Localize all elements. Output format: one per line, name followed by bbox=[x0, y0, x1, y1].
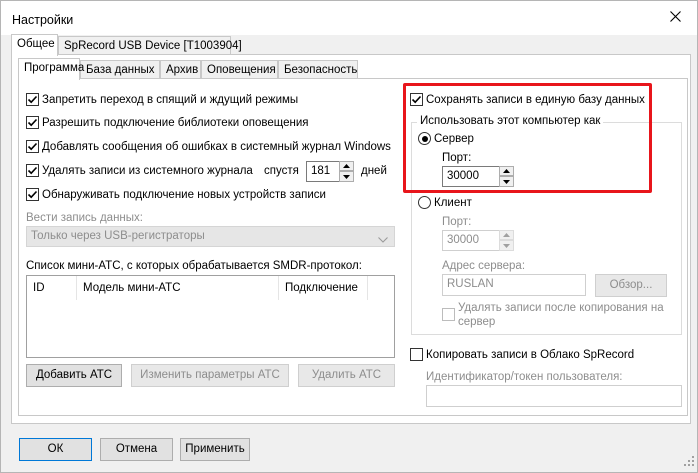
token-label: Идентификатор/токен пользователя: bbox=[426, 371, 623, 383]
client-port-label: Порт: bbox=[442, 216, 472, 228]
record-data-select[interactable]: Только через USB-регистраторы bbox=[26, 226, 395, 247]
delete-after-copy-checkbox[interactable] bbox=[442, 308, 455, 321]
chevron-down-icon bbox=[378, 234, 388, 246]
edit-pbx-button[interactable]: Изменить параметры АТС bbox=[131, 364, 289, 387]
chevron-down-icon bbox=[343, 174, 350, 179]
spin-up-button[interactable] bbox=[339, 161, 354, 171]
days-label: дней bbox=[361, 165, 387, 177]
ok-button[interactable]: ОК bbox=[19, 438, 92, 461]
cloud-copy-label: Копировать записи в Облако SpRecord bbox=[426, 349, 635, 361]
spin-up-button[interactable] bbox=[499, 230, 514, 240]
record-data-label: Вести запись данных: bbox=[26, 212, 143, 224]
detect-devices-checkbox[interactable] bbox=[26, 188, 39, 201]
server-address-input[interactable]: RUSLAN bbox=[442, 274, 586, 296]
client-label: Клиент bbox=[434, 197, 472, 209]
tab-general[interactable]: Общее bbox=[11, 34, 58, 56]
server-address-label: Адрес сервера: bbox=[442, 260, 526, 272]
apply-button[interactable]: Применить bbox=[180, 438, 250, 461]
delete-after-copy-label: Удалять записи после копирования на bbox=[458, 302, 664, 314]
delete-pbx-button[interactable]: Удалить АТС bbox=[298, 364, 395, 387]
delete-syslog-checkbox[interactable] bbox=[26, 164, 39, 177]
checkmark-icon bbox=[27, 142, 38, 151]
client-radio[interactable] bbox=[418, 196, 431, 209]
disable-sleep-checkbox[interactable] bbox=[26, 93, 39, 106]
log-errors-label: Добавлять сообщения об ошибках в системн… bbox=[42, 141, 391, 153]
tab-security[interactable]: Безопасность bbox=[278, 60, 358, 80]
cloud-copy-checkbox[interactable] bbox=[410, 348, 423, 361]
chevron-up-icon bbox=[503, 233, 510, 237]
chevron-down-icon bbox=[503, 243, 510, 248]
delete-after-label: спустя bbox=[264, 165, 299, 177]
checkmark-icon bbox=[27, 95, 38, 104]
checkmark-icon bbox=[27, 118, 38, 127]
tab-archive[interactable]: Архив bbox=[160, 60, 201, 80]
tab-program[interactable]: Программа bbox=[18, 58, 84, 80]
delete-after-copy-label-cont: сервер bbox=[458, 316, 496, 328]
client-port-spinner[interactable] bbox=[499, 230, 514, 251]
log-errors-checkbox[interactable] bbox=[26, 140, 39, 153]
cancel-button[interactable]: Отмена bbox=[100, 438, 173, 461]
browse-button[interactable]: Обзор... bbox=[595, 274, 667, 297]
column-id[interactable]: ID bbox=[27, 276, 77, 300]
tab-sprecord-usb-device[interactable]: SpRecord USB Device [T1003904] bbox=[58, 36, 242, 56]
title-bar: Настройки bbox=[1, 1, 697, 35]
allow-notify-lib-label: Разрешить подключение библиотеки оповеще… bbox=[42, 117, 309, 129]
column-pbx-model[interactable]: Модель мини-АТС bbox=[77, 276, 279, 300]
red-highlight-frame bbox=[403, 83, 652, 193]
disable-sleep-label: Запретить переход в спящий и ждущий режи… bbox=[42, 94, 299, 106]
delete-syslog-label: Удалять записи из системного журнала bbox=[42, 165, 253, 177]
add-pbx-button[interactable]: Добавить АТС bbox=[26, 364, 122, 387]
delete-days-spinner[interactable] bbox=[339, 161, 354, 182]
spin-down-button[interactable] bbox=[339, 171, 354, 182]
tab-notifications[interactable]: Оповещения bbox=[201, 60, 278, 80]
window-title: Настройки bbox=[12, 13, 74, 27]
tab-database[interactable]: База данных bbox=[80, 60, 160, 80]
close-button[interactable] bbox=[653, 1, 697, 35]
checkmark-icon bbox=[27, 166, 38, 175]
pbx-list-label: Список мини-АТС, с которых обрабатываетс… bbox=[26, 260, 362, 272]
client-port-input[interactable]: 30000 bbox=[442, 230, 500, 251]
token-input[interactable] bbox=[426, 385, 682, 407]
checkmark-icon bbox=[27, 190, 38, 199]
spin-down-button[interactable] bbox=[499, 240, 514, 251]
chevron-up-icon bbox=[343, 164, 350, 168]
resize-grip-icon[interactable] bbox=[684, 455, 694, 469]
pbx-list[interactable]: ID Модель мини-АТС Подключение bbox=[26, 275, 395, 358]
settings-window: Настройки Общее SpRecord USB Device [T10… bbox=[0, 0, 698, 473]
delete-days-input[interactable]: 181 bbox=[306, 161, 340, 182]
column-connection[interactable]: Подключение bbox=[279, 276, 368, 300]
allow-notify-lib-checkbox[interactable] bbox=[26, 116, 39, 129]
close-icon bbox=[669, 11, 681, 25]
detect-devices-label: Обнаруживать подключение новых устройств… bbox=[42, 189, 326, 201]
